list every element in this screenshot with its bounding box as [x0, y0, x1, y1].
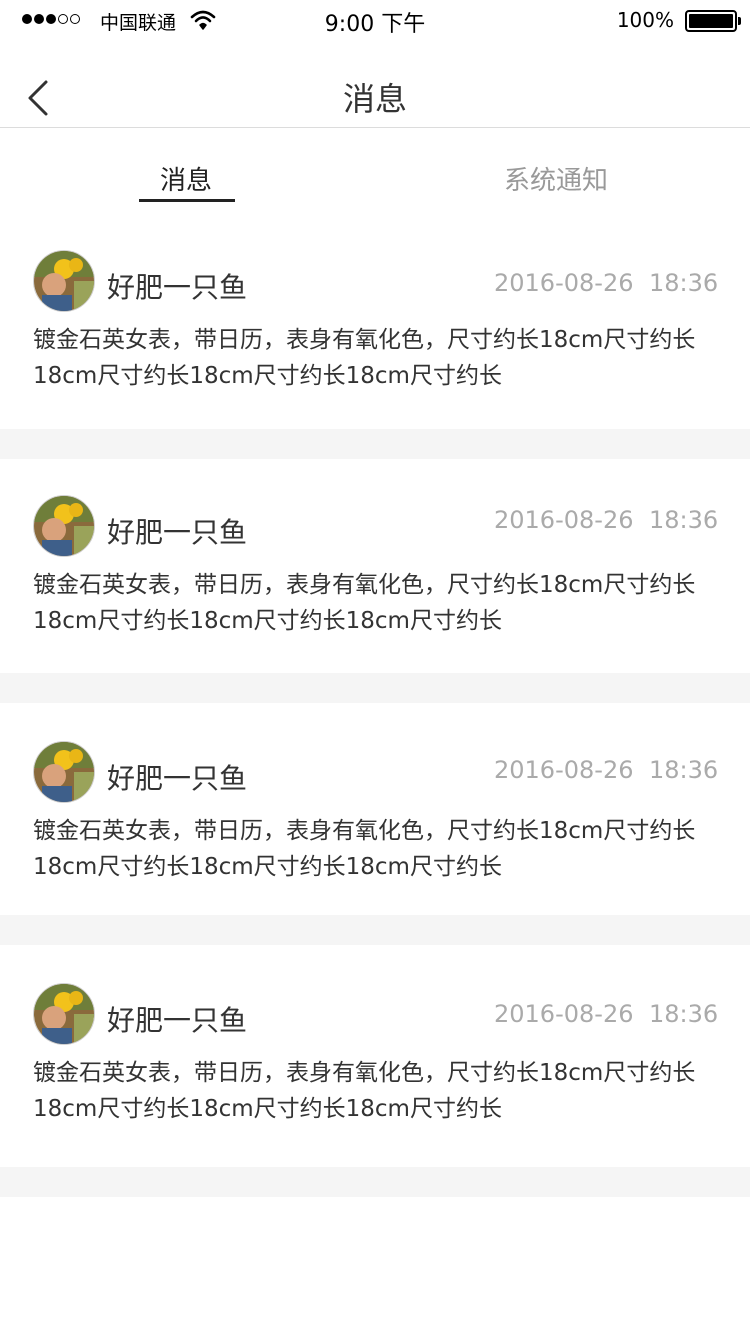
message-content: 镀金石英女表，带日历，表身有氧化色，尺寸约长18cm尺寸约长18cm尺寸约长18… [33, 572, 696, 634]
tab-bar: 消息 系统通知 [0, 128, 750, 224]
message-date: 2016-08-26 [494, 269, 634, 297]
sender-name: 好肥一只鱼 [107, 1004, 248, 1037]
message-content: 镀金石英女表，带日历，表身有氧化色，尺寸约长18cm尺寸约长18cm尺寸约长18… [33, 1060, 696, 1122]
message-date: 2016-08-26 [494, 506, 634, 534]
message-time: 18:36 [649, 1000, 719, 1028]
sender-name: 好肥一只鱼 [107, 271, 248, 304]
message-time: 18:36 [649, 756, 719, 784]
section-divider [0, 1167, 750, 1197]
status-bar: 中国联通 9:00 下午 100% [0, 0, 750, 40]
tab-messages[interactable]: 消息 [160, 160, 212, 197]
sender-name: 好肥一只鱼 [107, 516, 248, 549]
message-item[interactable]: 好肥一只鱼 2016-08-26 18:36 镀金石英女表，带日历，表身有氧化色… [0, 459, 750, 673]
page-title: 消息 [342, 80, 407, 118]
avatar[interactable] [33, 983, 95, 1045]
message-item[interactable]: 好肥一只鱼 2016-08-26 18:36 镀金石英女表，带日历，表身有氧化色… [0, 224, 750, 429]
message-time: 18:36 [649, 506, 719, 534]
message-list: 好肥一只鱼 2016-08-26 18:36 镀金石英女表，带日历，表身有氧化色… [0, 224, 750, 1197]
message-date: 2016-08-26 [494, 1000, 634, 1028]
tab-system-notifications[interactable]: 系统通知 [504, 160, 608, 197]
battery-percent: 100% [616, 8, 674, 32]
section-divider [0, 673, 750, 703]
navigation-bar: 消息 [0, 40, 750, 128]
message-content: 镀金石英女表，带日历，表身有氧化色，尺寸约长18cm尺寸约长18cm尺寸约长18… [33, 818, 696, 880]
message-item[interactable]: 好肥一只鱼 2016-08-26 18:36 镀金石英女表，带日历，表身有氧化色… [0, 703, 750, 915]
message-item[interactable]: 好肥一只鱼 2016-08-26 18:36 镀金石英女表，带日历，表身有氧化色… [0, 945, 750, 1167]
section-divider [0, 429, 750, 459]
sender-name: 好肥一只鱼 [107, 762, 248, 795]
active-tab-indicator [139, 199, 235, 202]
avatar[interactable] [33, 741, 95, 803]
battery-icon [685, 10, 741, 32]
avatar[interactable] [33, 495, 95, 557]
message-content: 镀金石英女表，带日历，表身有氧化色，尺寸约长18cm尺寸约长18cm尺寸约长18… [33, 327, 696, 389]
section-divider [0, 915, 750, 945]
message-date: 2016-08-26 [494, 756, 634, 784]
message-time: 18:36 [649, 269, 719, 297]
avatar[interactable] [33, 250, 95, 312]
